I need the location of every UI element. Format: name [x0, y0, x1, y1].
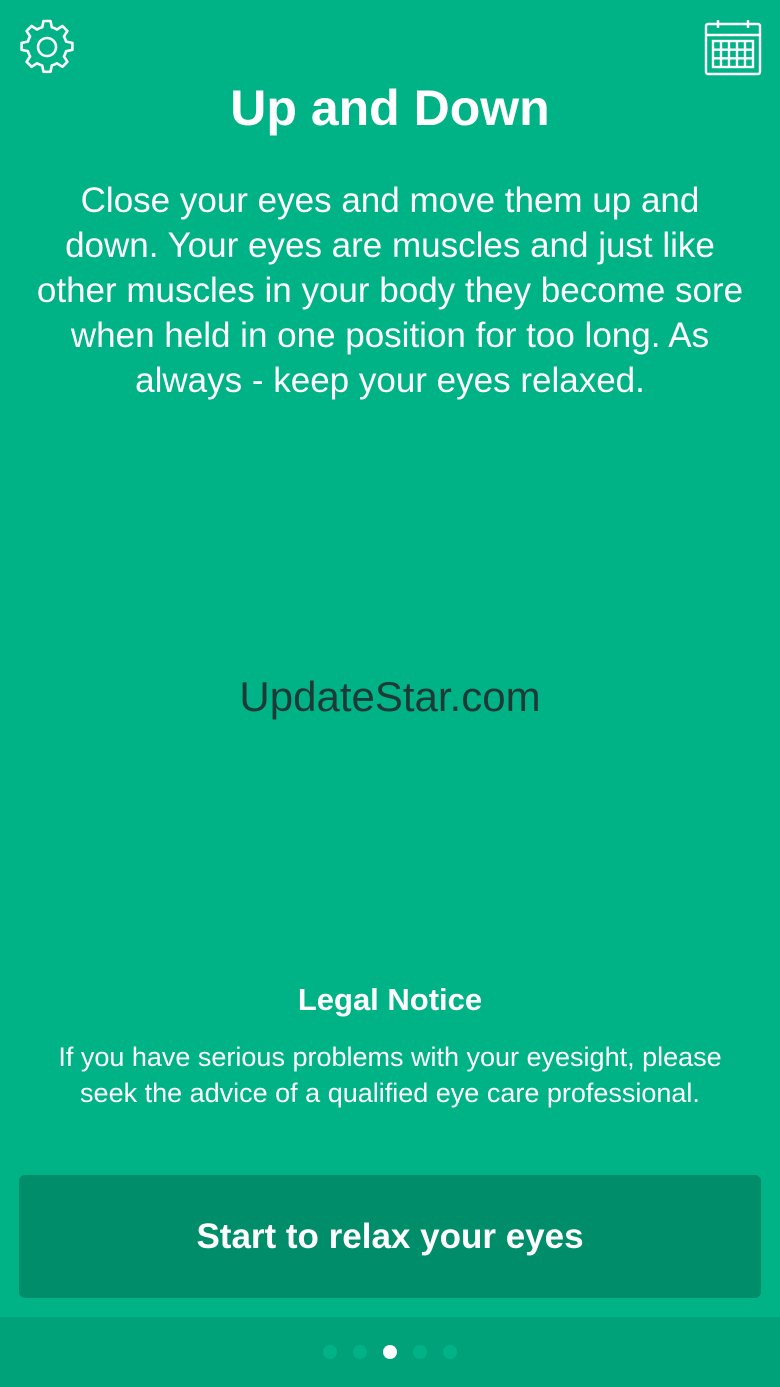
page-indicator [0, 1317, 780, 1387]
exercise-title: Up and Down [230, 80, 550, 136]
legal-notice-title: Legal Notice [297, 982, 483, 1017]
page-dot[interactable] [353, 1345, 367, 1359]
bottom-bar [0, 1317, 780, 1387]
settings-gear-icon[interactable] [17, 17, 77, 77]
page-dot[interactable] [413, 1345, 427, 1359]
page-dot[interactable] [443, 1345, 457, 1359]
page-dot[interactable] [323, 1345, 337, 1359]
legal-notice-text: If you have serious problems with your e… [58, 1042, 722, 1108]
gear-icon [20, 19, 74, 74]
page-dot[interactable] [383, 1345, 397, 1359]
watermark-text: UpdateStar.com [239, 673, 541, 720]
calendar-icon [704, 20, 762, 76]
exercise-description: Close your eyes and move them up and dow… [36, 181, 744, 400]
calendar-button[interactable] [703, 18, 763, 78]
start-relax-button[interactable]: Start to relax your eyes [19, 1175, 761, 1298]
